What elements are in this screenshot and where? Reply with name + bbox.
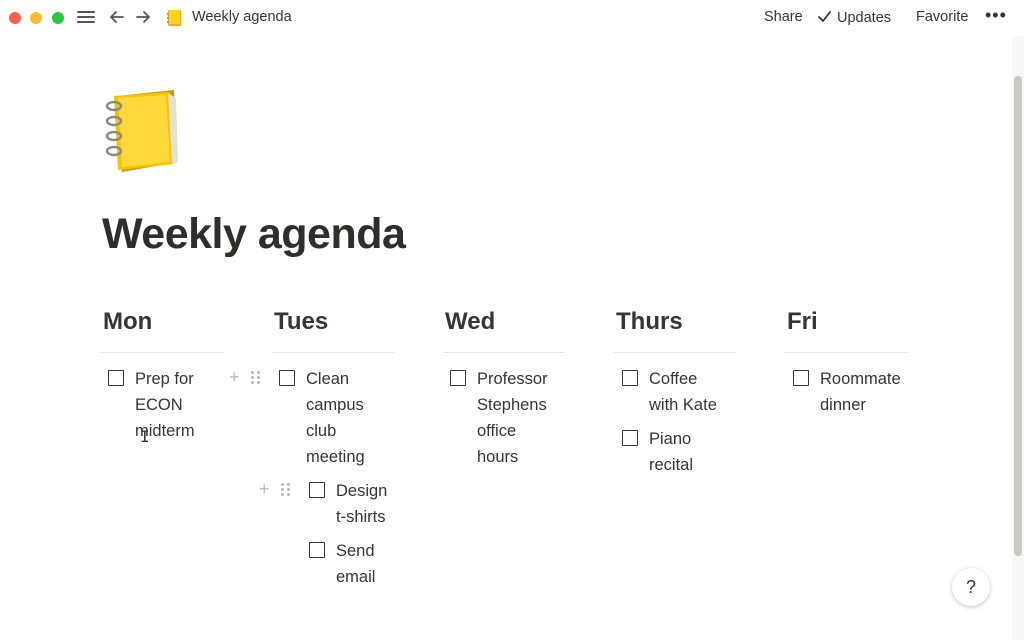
notebook-icon (165, 9, 183, 27)
todo-line: Stephens (477, 396, 547, 414)
add-block-icon[interactable]: + (229, 367, 240, 388)
todo-text[interactable]: Design t-shirts (336, 478, 387, 530)
todo-line: t-shirts (336, 508, 386, 526)
column-wed: Wed (443, 308, 565, 353)
todo-text[interactable]: Professor Stephens office hours (477, 366, 548, 470)
text-cursor-icon: I (140, 427, 150, 446)
todo-line: with Kate (649, 396, 717, 414)
todo-checkbox[interactable] (793, 370, 809, 386)
todo-item: Coffee with Kate (622, 366, 717, 418)
todo-checkbox[interactable] (108, 370, 124, 386)
todo-item: Prep for ECON midterm (108, 366, 195, 444)
todo-line: hours (477, 448, 519, 466)
todo-line: Professor (477, 370, 548, 388)
help-button[interactable]: ? (952, 568, 990, 606)
page-title[interactable]: Weekly agenda (102, 210, 406, 259)
todo-item-nested: Send email (309, 538, 375, 590)
zoom-window-button[interactable] (52, 12, 64, 24)
check-icon (818, 9, 831, 25)
notebook-icon[interactable] (104, 88, 182, 174)
scrollbar-thumb[interactable] (1014, 76, 1022, 556)
column-heading[interactable]: Wed (443, 308, 565, 353)
minimize-window-button[interactable] (30, 12, 42, 24)
scrollbar[interactable] (1012, 36, 1024, 640)
more-icon[interactable]: ••• (985, 5, 1007, 26)
back-arrow-icon[interactable] (108, 8, 126, 31)
todo-line: email (336, 568, 376, 586)
todo-item: Clean campus club meeting (279, 366, 365, 470)
column-heading[interactable]: Mon (101, 308, 223, 353)
todo-line: meeting (306, 448, 365, 466)
forward-arrow-icon[interactable] (134, 8, 152, 31)
todo-line: Design (336, 482, 388, 500)
todo-line: dinner (820, 396, 866, 414)
todo-text[interactable]: Roommate dinner (820, 366, 901, 418)
todo-line: club (306, 422, 337, 440)
todo-checkbox[interactable] (622, 370, 638, 386)
todo-checkbox[interactable] (309, 542, 325, 558)
todo-line: campus (306, 396, 364, 414)
todo-checkbox[interactable] (279, 370, 295, 386)
column-mon: Mon (101, 308, 223, 353)
todo-item: Piano recital (622, 426, 693, 478)
share-button[interactable]: Share (764, 9, 803, 25)
todo-text[interactable]: Send email (336, 538, 375, 590)
todo-line: Prep for (135, 370, 194, 388)
updates-label: Updates (837, 10, 892, 26)
todo-line: Coffee (649, 370, 698, 388)
todo-item: Roommate dinner (793, 366, 901, 418)
column-tues: Tues (272, 308, 394, 353)
todo-checkbox[interactable] (622, 430, 638, 446)
column-heading[interactable]: Fri (785, 308, 907, 353)
hamburger-icon[interactable] (77, 10, 95, 25)
todo-text[interactable]: Piano recital (649, 426, 693, 478)
title-bar: Weekly agenda Share Updates Favorite ••• (0, 0, 1024, 36)
updates-button[interactable]: Updates (818, 9, 891, 26)
todo-checkbox[interactable] (450, 370, 466, 386)
todo-line: recital (649, 456, 694, 474)
breadcrumb[interactable]: Weekly agenda (192, 9, 292, 25)
todo-text[interactable]: Coffee with Kate (649, 366, 717, 418)
todo-line: office (477, 422, 517, 440)
todo-line: Send (336, 542, 375, 560)
todo-item-nested: Design t-shirts (309, 478, 387, 530)
todo-line: Clean (306, 370, 350, 388)
add-block-icon[interactable]: + (259, 479, 270, 500)
todo-checkbox[interactable] (309, 482, 325, 498)
column-heading[interactable]: Thurs (614, 308, 736, 353)
todo-line: ECON (135, 396, 183, 414)
drag-handle-icon[interactable] (251, 371, 261, 385)
drag-handle-icon[interactable] (281, 483, 291, 497)
close-window-button[interactable] (9, 12, 21, 24)
column-fri: Fri (785, 308, 907, 353)
todo-item: Professor Stephens office hours (450, 366, 548, 470)
todo-text[interactable]: Clean campus club meeting (306, 366, 365, 470)
todo-line: Roommate (820, 370, 901, 388)
column-heading[interactable]: Tues (272, 308, 394, 353)
column-thurs: Thurs (614, 308, 736, 353)
favorite-button[interactable]: Favorite (916, 9, 968, 25)
todo-line: Piano (649, 430, 692, 448)
